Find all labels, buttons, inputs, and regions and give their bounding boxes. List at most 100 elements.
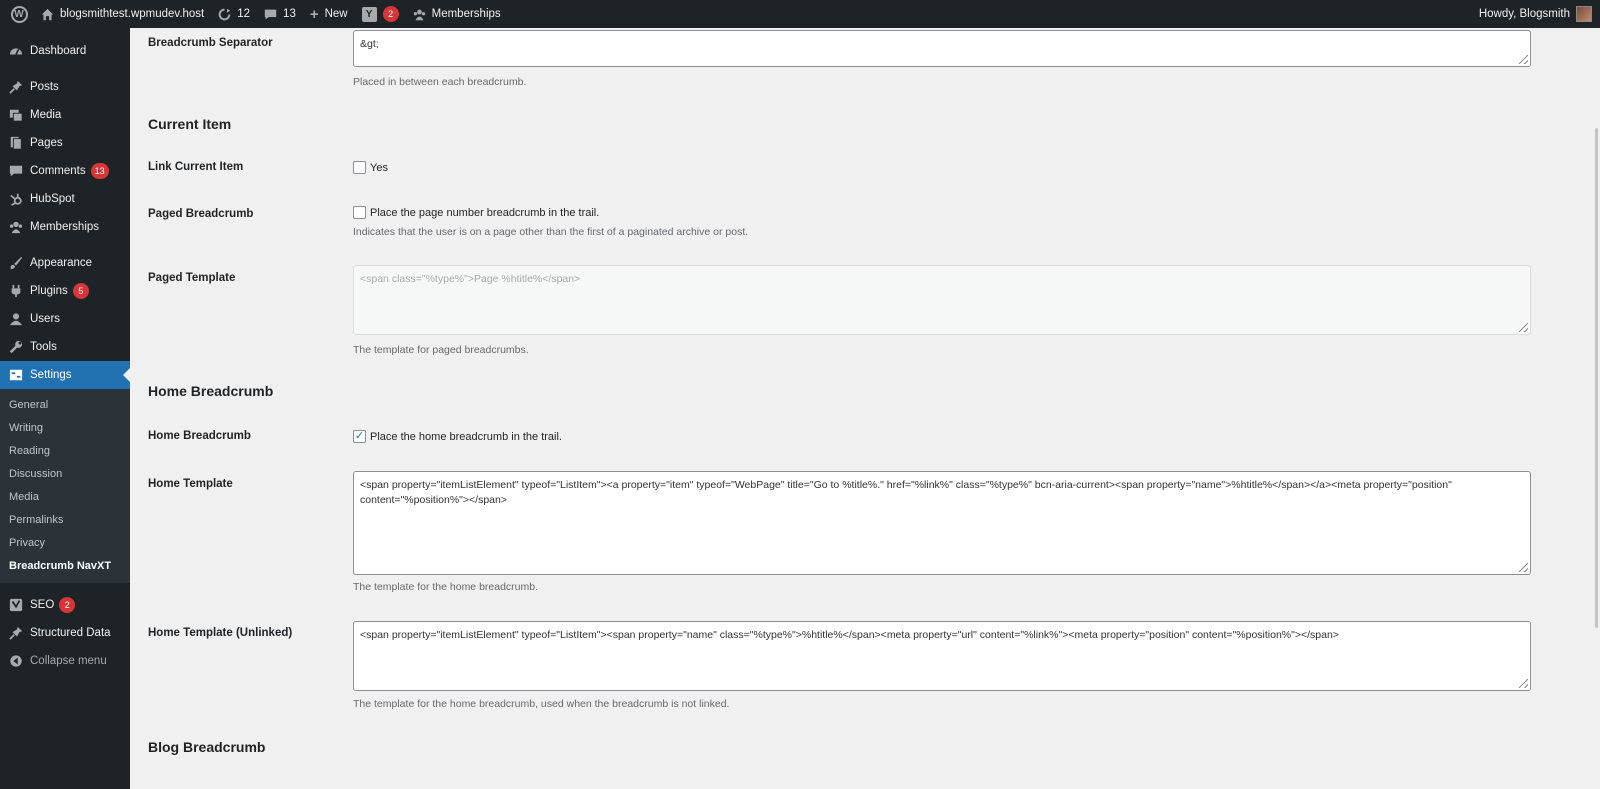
plugins-badge: 5 bbox=[72, 283, 89, 299]
submenu-breadcrumb-navxt[interactable]: Breadcrumb NavXT bbox=[0, 554, 130, 577]
yoast-seo-link[interactable]: Y 2 bbox=[355, 0, 406, 28]
howdy-text: Howdy, Blogsmith bbox=[1478, 8, 1570, 20]
new-label: New bbox=[324, 8, 348, 20]
site-name-link[interactable]: blogsmithtest.wpmudev.host bbox=[34, 0, 211, 28]
sidebar-item-posts[interactable]: Posts bbox=[0, 73, 130, 101]
collapse-icon bbox=[8, 653, 24, 669]
user-icon bbox=[8, 311, 24, 327]
home-breadcrumb-option-label: Place the home breadcrumb in the trail. bbox=[370, 430, 562, 443]
sidebar-label: Pages bbox=[30, 137, 63, 149]
pages-icon bbox=[8, 135, 24, 151]
sidebar-item-dashboard[interactable]: Dashboard bbox=[0, 37, 130, 65]
collapse-menu-button[interactable]: Collapse menu bbox=[0, 647, 130, 675]
sidebar-label: SEO bbox=[30, 599, 55, 611]
home-template-field[interactable]: <span property="itemListElement" typeof=… bbox=[353, 471, 1531, 575]
settings-icon bbox=[8, 367, 24, 383]
account-menu[interactable]: Howdy, Blogsmith bbox=[1479, 6, 1600, 22]
yoast-badge: 2 bbox=[382, 6, 399, 22]
comment-bubble-icon bbox=[264, 8, 277, 21]
home-breadcrumb-checkbox[interactable]: ✓ bbox=[353, 430, 366, 443]
admin-bar: W blogsmithtest.wpmudev.host 12 13 + New… bbox=[0, 0, 1600, 28]
link-current-checkbox[interactable] bbox=[353, 161, 366, 174]
separator-description: Placed in between each breadcrumb. bbox=[353, 76, 527, 88]
home-template-value: <span property="itemListElement" typeof=… bbox=[360, 479, 1452, 506]
section-current-item: Current Item bbox=[148, 116, 232, 132]
home-breadcrumb-label: Home Breadcrumb bbox=[148, 430, 251, 442]
resize-handle[interactable] bbox=[1519, 679, 1528, 688]
sidebar-label: Comments bbox=[30, 165, 86, 177]
dashboard-icon bbox=[8, 43, 24, 59]
home-template-description: The template for the home breadcrumb. bbox=[353, 581, 539, 593]
sidebar-item-tools[interactable]: Tools bbox=[0, 333, 130, 361]
updates-link[interactable]: 12 bbox=[211, 0, 257, 28]
pushpin-icon bbox=[8, 625, 24, 641]
submenu-privacy[interactable]: Privacy bbox=[0, 531, 130, 554]
yoast-icon: Y bbox=[361, 6, 377, 22]
sidebar-label: Appearance bbox=[30, 257, 93, 269]
sidebar-label: Collapse menu bbox=[30, 655, 107, 667]
plus-icon: + bbox=[309, 5, 319, 23]
paged-checkbox[interactable] bbox=[353, 206, 366, 219]
resize-handle[interactable] bbox=[1519, 323, 1528, 332]
sidebar-label: Users bbox=[30, 313, 61, 325]
section-blog-breadcrumb: Blog Breadcrumb bbox=[148, 739, 266, 755]
site-name: blogsmithtest.wpmudev.host bbox=[60, 8, 205, 20]
sidebar-item-seo[interactable]: SEO 2 bbox=[0, 591, 130, 619]
sidebar-item-users[interactable]: Users bbox=[0, 305, 130, 333]
home-unlinked-description: The template for the home breadcrumb, us… bbox=[353, 698, 730, 710]
home-breadcrumb-option[interactable]: ✓ Place the home breadcrumb in the trail… bbox=[353, 430, 562, 443]
comments-link[interactable]: 13 bbox=[257, 0, 303, 28]
sidebar-item-plugins[interactable]: Plugins 5 bbox=[0, 277, 130, 305]
submenu-reading[interactable]: Reading bbox=[0, 439, 130, 462]
sidebar-label: Dashboard bbox=[30, 45, 87, 57]
memberships-icon bbox=[8, 219, 24, 235]
comments-count: 13 bbox=[283, 8, 296, 20]
page-scrollbar[interactable] bbox=[1595, 128, 1598, 628]
sidebar-item-media[interactable]: Media bbox=[0, 101, 130, 129]
sidebar-item-settings[interactable]: Settings bbox=[0, 361, 130, 389]
wrench-icon bbox=[8, 339, 24, 355]
sidebar-item-pages[interactable]: Pages bbox=[0, 129, 130, 157]
paged-option-label: Place the page number breadcrumb in the … bbox=[370, 206, 600, 219]
memberships-link[interactable]: Memberships bbox=[406, 0, 508, 28]
sidebar-label: Media bbox=[30, 109, 62, 121]
submenu-media[interactable]: Media bbox=[0, 485, 130, 508]
section-home-breadcrumb: Home Breadcrumb bbox=[148, 383, 274, 399]
paged-label: Paged Breadcrumb bbox=[148, 208, 254, 220]
memberships-icon bbox=[413, 8, 426, 21]
seo-badge: 2 bbox=[59, 597, 76, 613]
submenu-general[interactable]: General bbox=[0, 393, 130, 416]
admin-sidebar: Dashboard Posts Media Pages Comments 13 … bbox=[0, 28, 130, 789]
home-template-label: Home Template bbox=[148, 478, 233, 490]
comments-badge: 13 bbox=[90, 163, 109, 179]
paged-template-field[interactable]: <span class="%type%">Page %htitle%</span… bbox=[353, 265, 1531, 335]
paged-description: Indicates that the user is on a page oth… bbox=[353, 226, 749, 238]
sidebar-item-comments[interactable]: Comments 13 bbox=[0, 157, 130, 185]
sidebar-label: Tools bbox=[30, 341, 57, 353]
resize-handle[interactable] bbox=[1519, 55, 1528, 64]
sidebar-item-hubspot[interactable]: HubSpot bbox=[0, 185, 130, 213]
resize-handle[interactable] bbox=[1519, 563, 1528, 572]
sidebar-item-structured-data[interactable]: Structured Data bbox=[0, 619, 130, 647]
submenu-discussion[interactable]: Discussion bbox=[0, 462, 130, 485]
sidebar-label: Posts bbox=[30, 81, 59, 93]
settings-content: Breadcrumb Separator &gt; Placed in betw… bbox=[130, 28, 1600, 789]
refresh-icon bbox=[218, 8, 231, 21]
home-unlinked-label: Home Template (Unlinked) bbox=[148, 627, 293, 639]
submenu-writing[interactable]: Writing bbox=[0, 416, 130, 439]
sidebar-item-appearance[interactable]: Appearance bbox=[0, 249, 130, 277]
media-icon bbox=[8, 107, 24, 123]
separator-field[interactable]: &gt; bbox=[353, 30, 1531, 67]
home-unlinked-field[interactable]: <span property="itemListElement" typeof=… bbox=[353, 621, 1531, 691]
link-current-option[interactable]: Yes bbox=[353, 161, 388, 174]
separator-value: &gt; bbox=[360, 38, 379, 50]
separator-label: Breadcrumb Separator bbox=[148, 37, 273, 49]
plug-icon bbox=[8, 283, 24, 299]
paged-option[interactable]: Place the page number breadcrumb in the … bbox=[353, 206, 599, 219]
sidebar-label: Plugins bbox=[30, 285, 68, 297]
submenu-permalinks[interactable]: Permalinks bbox=[0, 508, 130, 531]
new-content-link[interactable]: + New bbox=[303, 0, 355, 28]
pushpin-icon bbox=[8, 79, 24, 95]
wordpress-logo-icon[interactable]: W bbox=[4, 0, 34, 28]
sidebar-item-memberships[interactable]: Memberships bbox=[0, 213, 130, 241]
